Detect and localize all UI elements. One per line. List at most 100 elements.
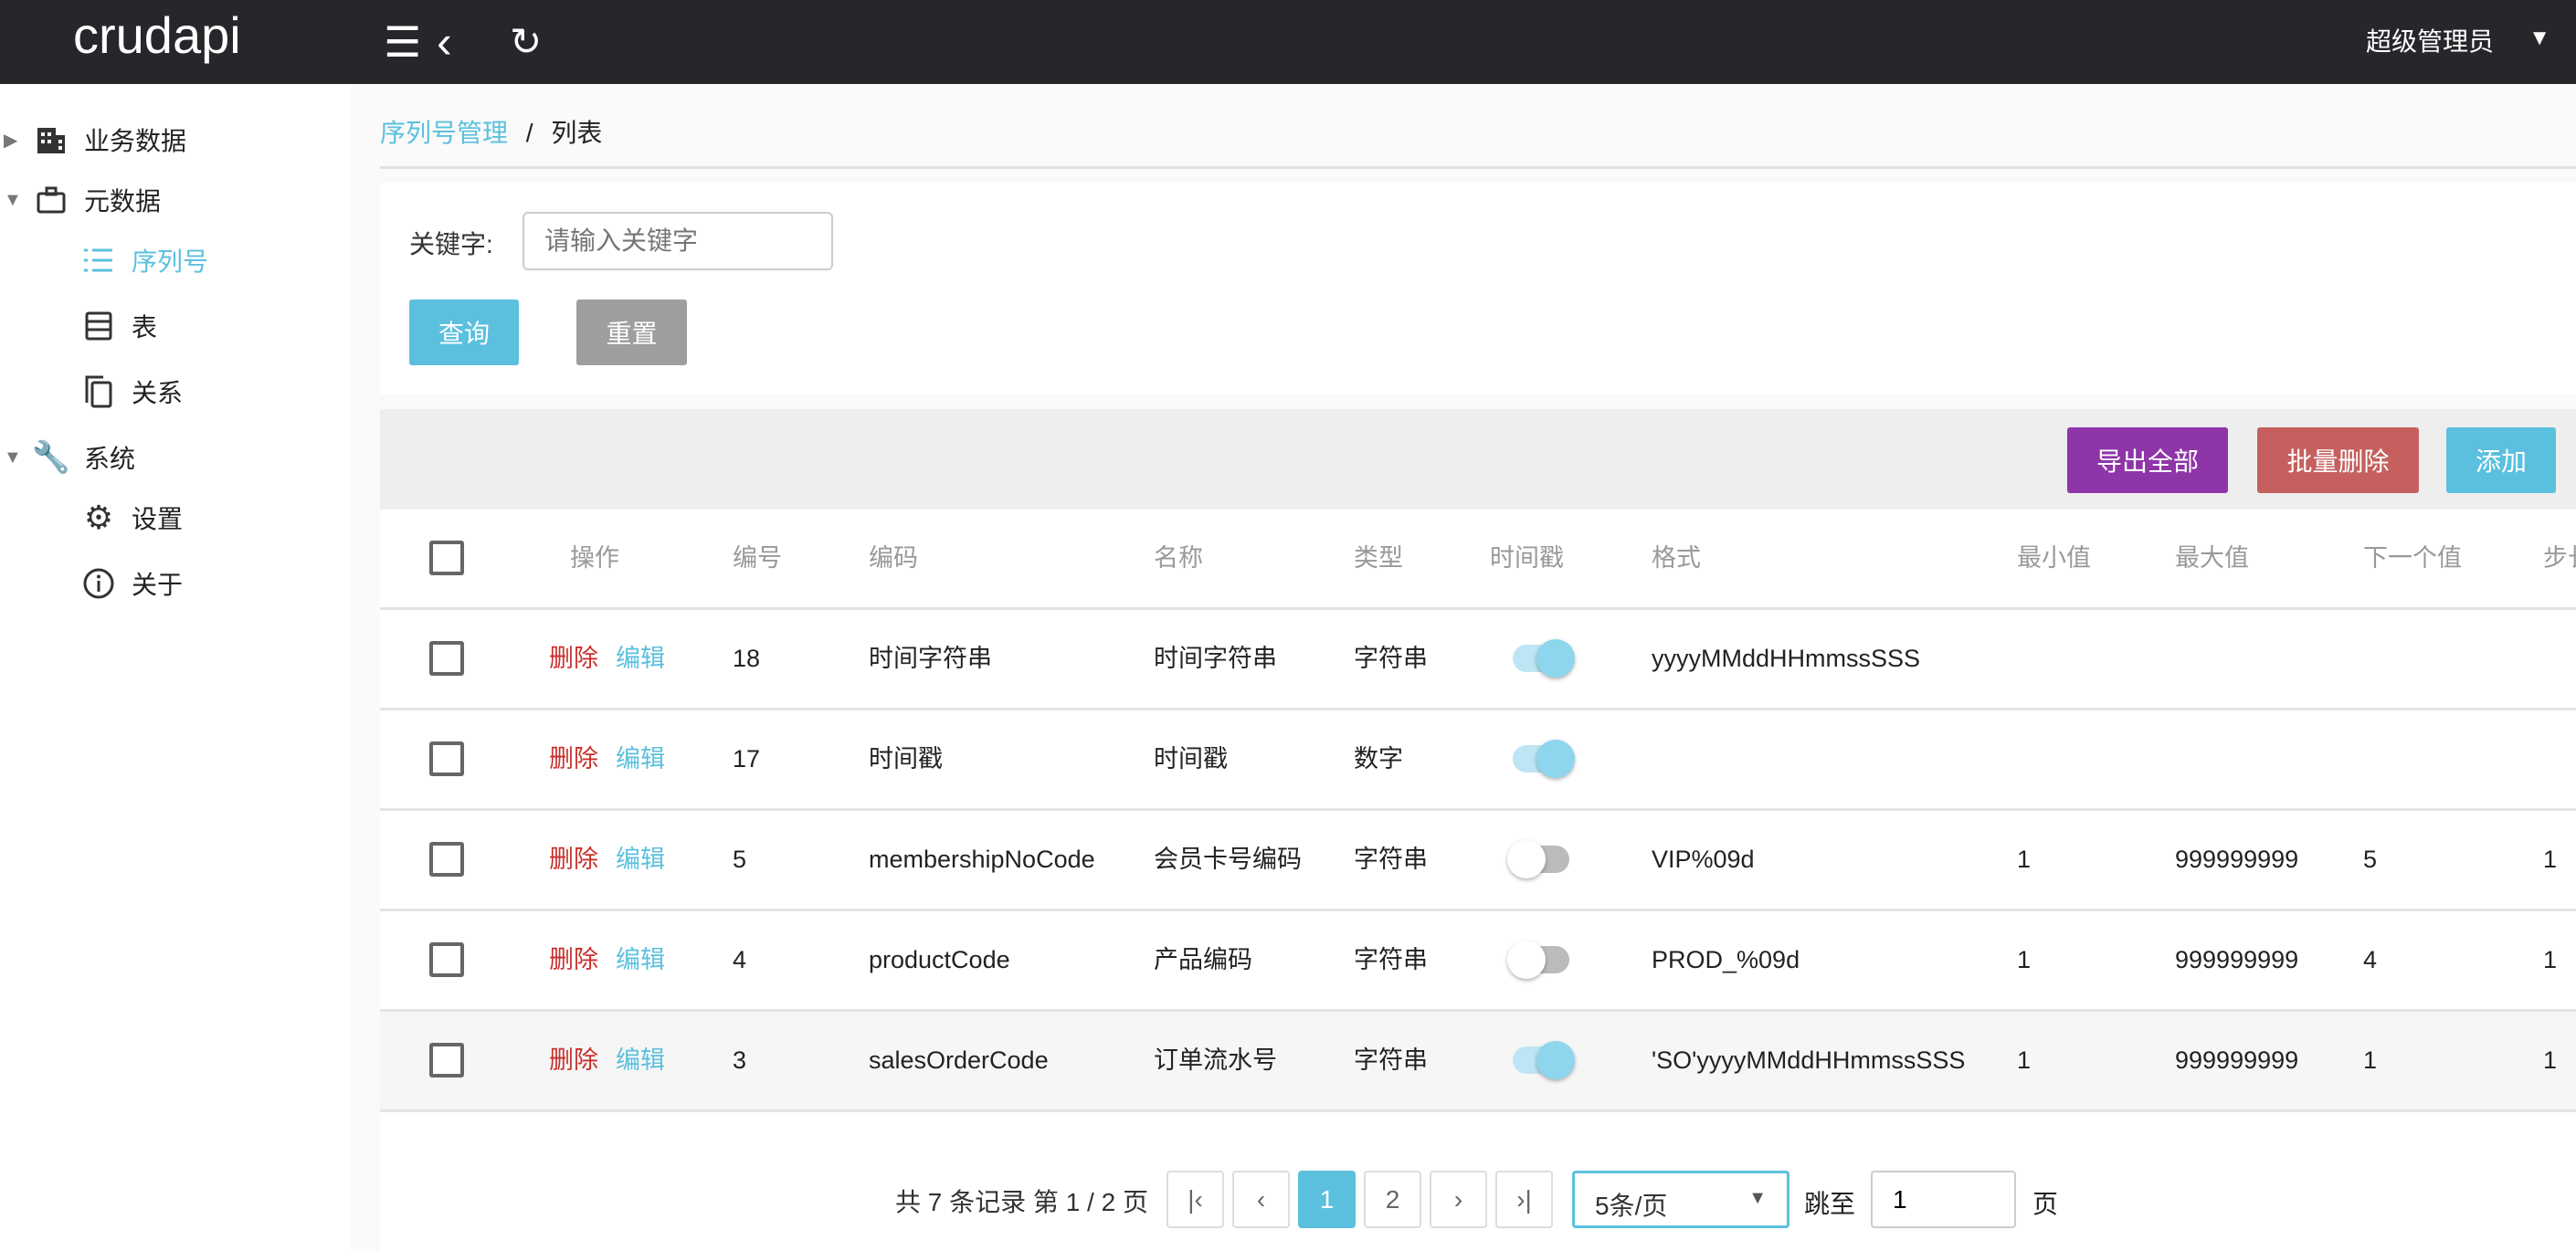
breadcrumb-separator: / — [525, 119, 533, 147]
batch-delete-button[interactable]: 批量删除 — [2257, 427, 2419, 493]
last-page-button[interactable]: ›| — [1495, 1171, 1553, 1228]
user-menu[interactable]: 超级管理员 — [2366, 22, 2494, 58]
caret-down-icon: ▼ — [4, 447, 22, 468]
cell-code: productCode — [869, 946, 1010, 973]
table-row: 删除 编辑 17 时间戳 时间戳 数字 — [380, 710, 2576, 811]
sidebar-item-label: 序列号 — [132, 247, 209, 276]
sidebar-item-label: 设置 — [132, 505, 184, 533]
cell-id: 18 — [733, 645, 761, 672]
edit-link[interactable]: 编辑 — [616, 811, 665, 909]
sidebar-item-about[interactable]: 关于 — [80, 561, 183, 606]
next-page-button[interactable]: › — [1430, 1171, 1487, 1228]
sidebar-item-label: 关系 — [132, 379, 184, 407]
building-icon — [33, 121, 69, 158]
jump-page-input[interactable] — [1871, 1171, 2016, 1228]
row-checkbox[interactable] — [429, 1043, 464, 1078]
page-1-button[interactable]: 1 — [1298, 1171, 1356, 1228]
cell-next: 5 — [2363, 846, 2378, 873]
page-2-button[interactable]: 2 — [1364, 1171, 1421, 1228]
sidebar-item-settings[interactable]: ⚙ 设置 — [80, 495, 183, 541]
jump-label: 跳至 — [1804, 1190, 1856, 1218]
edit-link[interactable]: 编辑 — [616, 1012, 665, 1109]
toggle-knob — [1536, 740, 1575, 778]
add-button[interactable]: 添加 — [2446, 427, 2556, 493]
timestamp-toggle[interactable] — [1513, 1041, 1575, 1079]
cell-id: 3 — [733, 1046, 747, 1074]
sidebar-item-business-data[interactable]: ▶ 业务数据 — [4, 117, 186, 163]
row-checkbox[interactable] — [429, 641, 464, 676]
prev-page-button[interactable]: ‹ — [1232, 1171, 1290, 1228]
timestamp-toggle[interactable] — [1507, 941, 1569, 979]
sidebar: ▶ 业务数据 ▼ 元数据 序列号 表 关系 ▼ 🔧 系统 ⚙ 设置 关于 — [0, 84, 351, 1251]
sidebar-item-label: 系统 — [84, 445, 136, 473]
keyword-input[interactable] — [523, 212, 833, 270]
cell-type: 数字 — [1354, 745, 1403, 773]
cell-id: 17 — [733, 745, 761, 773]
cell-max: 999999999 — [2175, 1046, 2299, 1074]
cell-code: 时间戳 — [869, 745, 943, 773]
delete-link[interactable]: 删除 — [549, 911, 598, 1009]
edit-link[interactable]: 编辑 — [616, 911, 665, 1009]
select-all-checkbox[interactable] — [429, 541, 464, 575]
keyword-label: 关键字: — [409, 230, 493, 258]
cell-code: 时间字符串 — [869, 645, 992, 672]
menu-icon[interactable]: ☰ — [384, 16, 421, 68]
delete-link[interactable]: 删除 — [549, 811, 598, 909]
edit-link[interactable]: 编辑 — [616, 610, 665, 708]
export-all-button[interactable]: 导出全部 — [2067, 427, 2228, 493]
timestamp-toggle[interactable] — [1513, 740, 1575, 778]
page-suffix: 页 — [2032, 1190, 2059, 1218]
row-checkbox[interactable] — [429, 741, 464, 776]
cell-next: 4 — [2363, 946, 2378, 973]
info-icon — [80, 565, 117, 602]
header-op: 操作 — [570, 544, 619, 572]
cell-type: 字符串 — [1354, 645, 1428, 672]
table-row: 删除 编辑 5 membershipNoCode 会员卡号编码 字符串 VIP%09d 1… — [380, 811, 2576, 911]
divider — [380, 166, 2576, 169]
caret-down-icon: ▼ — [4, 189, 22, 210]
delete-link[interactable]: 删除 — [549, 710, 598, 808]
first-page-button[interactable]: |‹ — [1167, 1171, 1224, 1228]
refresh-icon[interactable]: ↻ — [510, 16, 542, 68]
pagination-summary: 共 7 条记录 第 1 / 2 页 — [895, 1188, 1148, 1216]
cell-max: 999999999 — [2175, 846, 2299, 873]
cell-code: salesOrderCode — [869, 1046, 1049, 1074]
breadcrumb-parent-link[interactable]: 序列号管理 — [380, 119, 508, 147]
timestamp-toggle[interactable] — [1507, 840, 1569, 878]
header-timestamp: 时间戳 — [1490, 544, 1564, 572]
header-step: 步长 — [2543, 544, 2576, 572]
back-chevron-icon[interactable]: ‹ — [437, 16, 452, 68]
reset-button[interactable]: 重置 — [576, 300, 687, 365]
sidebar-item-system[interactable]: ▼ 🔧 系统 — [4, 435, 136, 480]
cell-step: 1 — [2543, 846, 2558, 873]
cell-name: 产品编码 — [1154, 946, 1252, 973]
header-min: 最小值 — [2017, 544, 2091, 572]
sidebar-item-relations[interactable]: 关系 — [80, 369, 183, 415]
cell-type: 字符串 — [1354, 946, 1428, 973]
toggle-knob — [1536, 639, 1575, 678]
delete-link[interactable]: 删除 — [549, 610, 598, 708]
query-button[interactable]: 查询 — [409, 300, 519, 365]
delete-link[interactable]: 删除 — [549, 1012, 598, 1109]
table-row: 删除 编辑 4 productCode 产品编码 字符串 PROD_%09d 1 99999… — [380, 911, 2576, 1012]
row-checkbox[interactable] — [429, 842, 464, 877]
toggle-knob — [1507, 840, 1546, 878]
table-icon — [80, 308, 117, 344]
header-next: 下一个值 — [2363, 544, 2462, 572]
edit-link[interactable]: 编辑 — [616, 710, 665, 808]
cell-format: PROD_%09d — [1652, 946, 1800, 973]
chevron-down-icon[interactable]: ▼ — [2528, 26, 2550, 51]
cell-min: 1 — [2017, 846, 2032, 873]
sequence-table: 操作 编号 编码 名称 类型 时间戳 格式 最小值 最大值 下一个值 步长 删除… — [380, 510, 2576, 1251]
cell-type: 字符串 — [1354, 1046, 1428, 1074]
sidebar-item-tables[interactable]: 表 — [80, 303, 157, 349]
timestamp-toggle[interactable] — [1513, 639, 1575, 678]
row-checkbox[interactable] — [429, 942, 464, 977]
page-size-select[interactable]: 5条/页 ▼ — [1572, 1171, 1789, 1228]
breadcrumb: 序列号管理 / 列表 — [380, 113, 602, 150]
wrench-icon: 🔧 — [31, 440, 71, 475]
sidebar-item-sequence[interactable]: 序列号 — [80, 237, 208, 283]
list-icon — [80, 242, 117, 279]
table-header-row: 操作 编号 编码 名称 类型 时间戳 格式 最小值 最大值 下一个值 步长 — [380, 510, 2576, 610]
sidebar-item-metadata[interactable]: ▼ 元数据 — [4, 177, 161, 223]
